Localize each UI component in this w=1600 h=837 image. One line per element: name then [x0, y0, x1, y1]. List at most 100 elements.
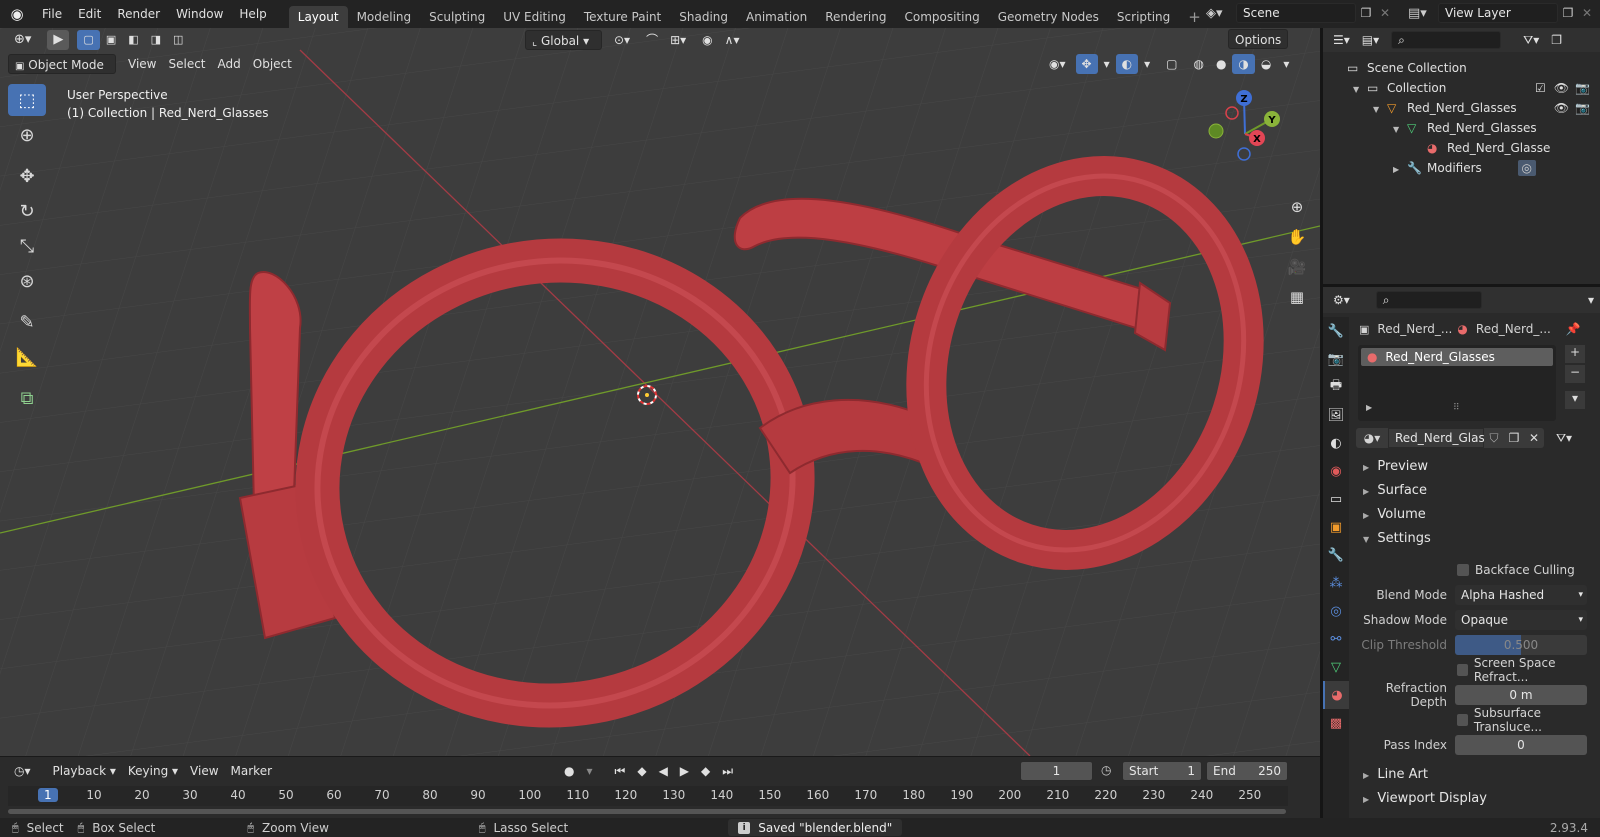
- view-layer-icon[interactable]: ▤▾: [1408, 6, 1438, 21]
- view-layer-props-icon[interactable]: 🖼: [1323, 401, 1349, 429]
- add-slot-button[interactable]: +: [1565, 345, 1585, 363]
- duplicate-material-icon[interactable]: ❐: [1504, 428, 1524, 448]
- scene-props-icon[interactable]: ◐: [1323, 429, 1349, 457]
- outliner-expand-icon[interactable]: ▶: [1393, 160, 1407, 180]
- collection-props-icon[interactable]: ▭: [1323, 485, 1349, 513]
- delete-view-layer-icon[interactable]: ✕: [1578, 6, 1596, 20]
- fake-user-icon[interactable]: ⛉: [1484, 428, 1504, 448]
- blend-mode-dropdown[interactable]: Alpha Hashed ▾: [1455, 584, 1587, 605]
- visibility-eye-icon[interactable]: 👁: [1554, 81, 1569, 95]
- material-name-field[interactable]: Red_Nerd_Glass...: [1388, 428, 1502, 448]
- select-tool-mode-icon[interactable]: ▶: [47, 30, 70, 50]
- scale-tool-icon[interactable]: ⤡: [8, 230, 46, 262]
- xray-icon[interactable]: ▢: [1160, 54, 1183, 74]
- view-layer-field[interactable]: View Layer: [1438, 3, 1558, 23]
- add-cube-tool-icon[interactable]: ⧉: [8, 382, 46, 414]
- menu-edit[interactable]: Edit: [70, 0, 109, 28]
- material-slot-list[interactable]: ● Red_Nerd_Glasses ▶ ⠿: [1358, 345, 1556, 421]
- ssr-checkbox[interactable]: [1457, 663, 1468, 676]
- slot-list-expand-icon[interactable]: ▶: [1366, 403, 1372, 412]
- panel-surface[interactable]: ▶ Surface: [1353, 479, 1600, 503]
- unlink-material-icon[interactable]: ✕: [1524, 428, 1544, 448]
- modifier-props-icon[interactable]: 🔧: [1323, 541, 1349, 569]
- outliner-row[interactable]: ▼ ▽ Red_Nerd_Glasses 👁 📷: [1323, 98, 1600, 118]
- outliner-row[interactable]: ▼ ▽ Red_Nerd_Glasses: [1323, 118, 1600, 138]
- timeline-menu-view[interactable]: View: [184, 761, 224, 781]
- shading-wireframe-icon[interactable]: ◍: [1187, 54, 1209, 74]
- physics-props-icon[interactable]: ◎: [1323, 597, 1349, 625]
- tool-props-icon[interactable]: 🔧: [1323, 317, 1349, 345]
- measure-tool-icon[interactable]: 📐: [8, 341, 46, 373]
- properties-search-input[interactable]: ⌕: [1375, 291, 1482, 309]
- panel-line-art[interactable]: ▶ Line Art: [1353, 763, 1600, 787]
- preview-range-icon[interactable]: ◷: [1101, 763, 1111, 777]
- 3d-viewport[interactable]: ⊕▾ ▶ ▢ ▣ ◧ ◨ ◫ ⌞ Global ▾ ⊙▾ ⌒ ⊞▾ ◉ ∧▾ O…: [0, 28, 1320, 756]
- transform-tool-icon[interactable]: ⊛: [8, 265, 46, 297]
- outliner-row[interactable]: ◕ Red_Nerd_Glasse: [1323, 138, 1600, 158]
- timeline-menu-marker[interactable]: Marker: [225, 761, 278, 781]
- panel-volume[interactable]: ▶ Volume: [1353, 503, 1600, 527]
- material-link-icon[interactable]: ⛛▾: [1550, 431, 1578, 446]
- tab-texture-paint[interactable]: Texture Paint: [575, 6, 670, 28]
- tab-rendering[interactable]: Rendering: [816, 6, 895, 28]
- record-dropdown-icon[interactable]: ▾: [580, 761, 598, 781]
- play-reverse-icon[interactable]: ◀: [653, 761, 674, 781]
- outliner-display-mode-icon[interactable]: ▤▾: [1356, 30, 1385, 50]
- visibility-eye-icon[interactable]: 👁: [1554, 101, 1569, 115]
- snap-icon[interactable]: ⌒: [640, 30, 664, 50]
- menu-render[interactable]: Render: [109, 0, 168, 28]
- properties-options-icon[interactable]: ▾: [1582, 290, 1600, 310]
- shading-solid-icon[interactable]: ●: [1210, 54, 1232, 74]
- prev-keyframe-icon[interactable]: ◆: [631, 761, 652, 781]
- viewport-menu-select[interactable]: Select: [162, 54, 211, 74]
- shading-rendered-icon[interactable]: ◒: [1255, 54, 1277, 74]
- new-view-layer-icon[interactable]: ❐: [1558, 6, 1578, 20]
- rotate-tool-icon[interactable]: ↻: [8, 195, 46, 227]
- shadow-mode-dropdown[interactable]: Opaque ▾: [1455, 609, 1587, 630]
- outliner-editor-type-icon[interactable]: ☰▾: [1327, 30, 1356, 50]
- proportional-edit-icon[interactable]: ◉: [696, 30, 718, 50]
- constraints-props-icon[interactable]: ⚯: [1323, 625, 1349, 653]
- pivot-point-icon[interactable]: ⊙▾: [608, 30, 636, 50]
- timeline-editor-type-icon[interactable]: ◷▾: [8, 761, 37, 781]
- outliner-expand-icon[interactable]: ▼: [1373, 100, 1387, 120]
- pan-hand-icon[interactable]: ✋: [1283, 223, 1311, 251]
- play-icon[interactable]: ▶: [674, 761, 695, 781]
- object-props-icon[interactable]: ▣: [1323, 513, 1349, 541]
- material-slot-item[interactable]: ● Red_Nerd_Glasses: [1361, 348, 1553, 366]
- tab-scripting[interactable]: Scripting: [1108, 6, 1179, 28]
- pass-index-field[interactable]: 0: [1455, 734, 1587, 755]
- tab-compositing[interactable]: Compositing: [895, 6, 988, 28]
- shading-dropdown-icon[interactable]: ▾: [1277, 54, 1295, 74]
- timeline-menu-playback[interactable]: Playback ▾: [47, 761, 122, 781]
- frame-start-field[interactable]: Start 1: [1122, 761, 1202, 781]
- editor-type-icon[interactable]: ⊕▾: [8, 30, 37, 50]
- jump-end-icon[interactable]: ⏭: [716, 761, 739, 781]
- pin-icon[interactable]: 📌: [1566, 322, 1581, 336]
- outliner-filter-icon[interactable]: ⛛▾: [1517, 30, 1545, 50]
- particles-props-icon[interactable]: ⁂: [1323, 569, 1349, 597]
- new-scene-icon[interactable]: ❐: [1356, 6, 1376, 20]
- panel-settings[interactable]: ▼ Settings: [1353, 527, 1600, 551]
- frame-ruler[interactable]: 1 10 20 30 40 50 60 70 80 90 100 110 120 130 140 150 160…: [8, 786, 1288, 806]
- gizmo-dropdown-icon[interactable]: ▾: [1098, 54, 1116, 74]
- outliner-row[interactable]: ▶ 🔧 Modifiers ◎: [1323, 158, 1600, 178]
- clip-threshold-slider[interactable]: 0.500: [1455, 634, 1587, 655]
- menu-window[interactable]: Window: [168, 0, 231, 28]
- current-frame-field[interactable]: 1: [1020, 761, 1093, 781]
- slot-specials-button[interactable]: ▾: [1565, 391, 1585, 409]
- zoom-icon[interactable]: ⊕: [1283, 193, 1311, 221]
- blender-logo-icon[interactable]: ◉: [0, 0, 34, 28]
- viewport-menu-object[interactable]: Object: [247, 54, 298, 74]
- world-props-icon[interactable]: ◉: [1323, 457, 1349, 485]
- material-props-icon[interactable]: ◕: [1323, 681, 1349, 709]
- gizmo-toggle-icon[interactable]: ✥: [1075, 54, 1098, 74]
- outliner-row[interactable]: ▼ ▭ Collection ☑ 👁 📷: [1323, 78, 1600, 98]
- tab-uv-editing[interactable]: UV Editing: [494, 6, 575, 28]
- material-browse-icon[interactable]: ◕▾: [1356, 428, 1388, 448]
- render-props-icon[interactable]: 📷: [1323, 345, 1349, 373]
- tab-layout[interactable]: Layout: [288, 6, 348, 28]
- tab-geometry-nodes[interactable]: Geometry Nodes: [989, 6, 1108, 28]
- render-camera-icon[interactable]: 📷: [1575, 101, 1590, 115]
- outliner-expand-icon[interactable]: ▼: [1393, 120, 1407, 140]
